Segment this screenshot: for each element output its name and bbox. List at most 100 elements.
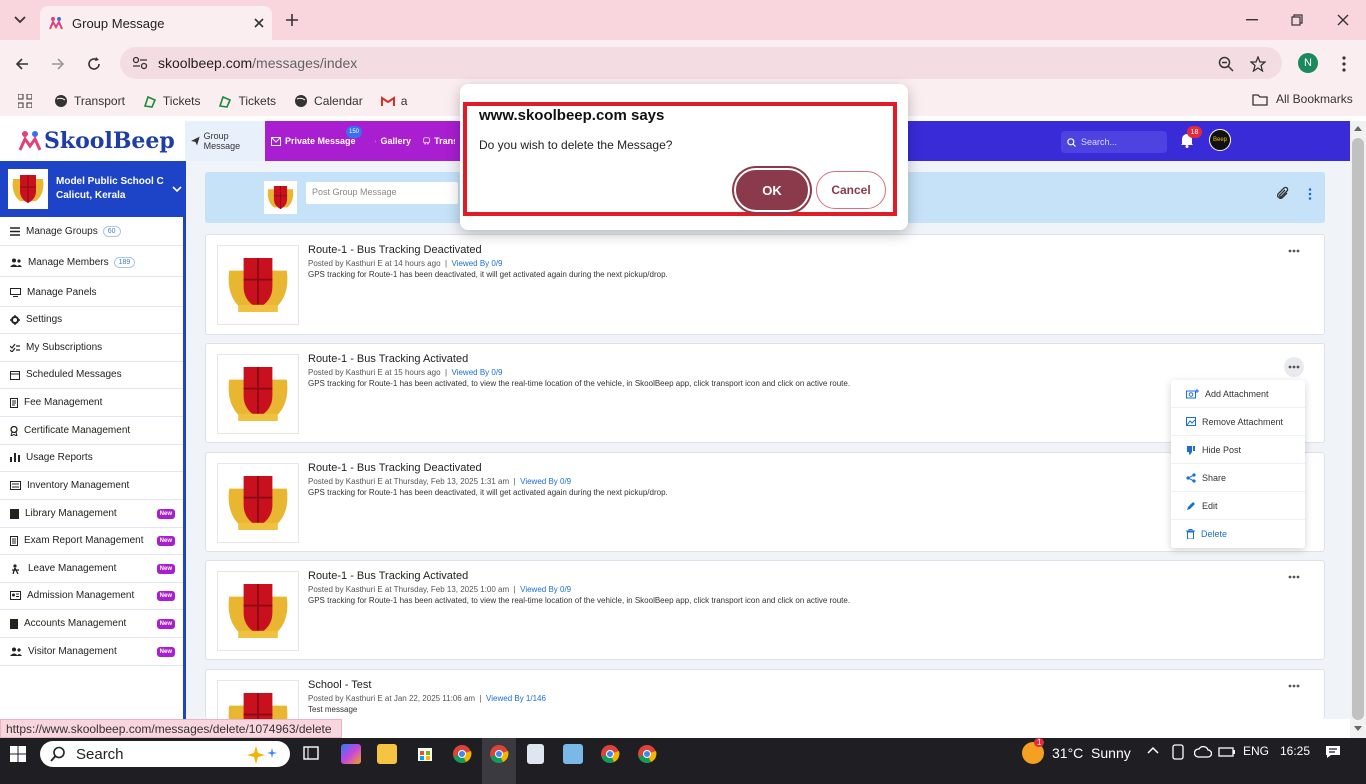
chrome-icon-3[interactable] — [637, 744, 657, 764]
chrome-active-taskbar-item[interactable] — [482, 738, 516, 784]
clock[interactable]: 16:25 — [1280, 744, 1310, 758]
new-tab-button[interactable] — [282, 10, 302, 30]
copilot-icon[interactable] — [341, 744, 361, 764]
tray-chevron-icon[interactable] — [1147, 746, 1159, 754]
viewed-by-link[interactable]: Viewed By 1/146 — [486, 694, 546, 703]
phone-link-icon[interactable] — [1172, 744, 1184, 760]
sidebar-item-settings[interactable]: Settings — [0, 306, 183, 334]
weather-widget[interactable]: 1 31°C Sunny — [1022, 738, 1131, 764]
post-group-message-input[interactable]: Post Group Message — [306, 182, 458, 204]
sidebar-item-exam-report-management[interactable]: Exam Report Management New — [0, 527, 183, 555]
url-text[interactable]: skoolbeep.com/messages/index — [158, 55, 357, 71]
cancel-button[interactable]: Cancel — [816, 171, 886, 209]
message-more-button[interactable] — [1288, 684, 1300, 688]
sidebar-item-manage-groups[interactable]: Manage Groups 60 — [0, 218, 183, 246]
message-title[interactable]: Route-1 - Bus Tracking Activated — [308, 570, 468, 582]
all-bookmarks[interactable]: All Bookmarks — [1252, 92, 1353, 106]
paperclip-icon — [1277, 186, 1289, 199]
sidebar-item-scheduled-messages[interactable]: Scheduled Messages — [0, 361, 183, 389]
nav-group-message[interactable]: Group Message — [185, 121, 265, 161]
message-more-button[interactable] — [1284, 357, 1304, 377]
message-more-button[interactable] — [1288, 249, 1300, 253]
browser-menu-button[interactable] — [1332, 52, 1356, 76]
message-more-button[interactable] — [1288, 575, 1300, 579]
apps-grid-icon[interactable] — [18, 94, 32, 108]
posted-by: Posted by Kasthuri E at Jan 22, 2025 11:… — [308, 694, 476, 703]
sidebar-item-certificate-management[interactable]: Certificate Management — [0, 417, 183, 445]
bookmark-transport[interactable]: Transport — [54, 94, 125, 108]
scroll-down-icon[interactable] — [1354, 726, 1362, 732]
sidebar-item-label: Scheduled Messages — [26, 369, 122, 380]
school-selector[interactable]: Model Public School C Calicut, Kerala — [0, 161, 185, 217]
bookmark-tickets-1[interactable]: Tickets — [143, 94, 200, 108]
viewed-by-link[interactable]: Viewed By 0/9 — [452, 368, 503, 377]
sidebar-item-visitor-management[interactable]: Visitor Management New — [0, 638, 183, 666]
app-search-input[interactable]: Search... — [1061, 131, 1167, 153]
microsoft-store-icon[interactable] — [415, 744, 435, 764]
language-indicator[interactable]: ENG — [1243, 744, 1269, 758]
taskbar-search[interactable]: Search — [40, 741, 290, 767]
sidebar-item-manage-panels[interactable]: Manage Panels — [0, 279, 183, 307]
battery-icon[interactable] — [1218, 746, 1236, 758]
user-avatar[interactable]: Beep — [1209, 129, 1231, 151]
notepad-icon[interactable] — [527, 744, 544, 764]
profile-avatar[interactable]: N — [1298, 53, 1318, 73]
sidebar-item-library-management[interactable]: Library Management New — [0, 500, 183, 528]
bookmark-gmail[interactable]: a — [380, 94, 407, 108]
site-settings-icon[interactable] — [132, 56, 148, 70]
sidebar-item-leave-management[interactable]: Leave Management New — [0, 555, 183, 583]
close-tab-icon[interactable] — [254, 18, 264, 28]
skoolbeep-logo[interactable]: SkoolBeep — [0, 121, 185, 161]
menu-share[interactable]: Share — [1171, 464, 1305, 492]
composer-more-button[interactable] — [1308, 188, 1312, 200]
sidebar-item-accounts-management[interactable]: Accounts Management New — [0, 610, 183, 638]
message-title[interactable]: Route-1 - Bus Tracking Deactivated — [308, 244, 482, 256]
scroll-up-icon[interactable] — [1354, 125, 1362, 131]
start-button[interactable] — [10, 746, 26, 762]
sidebar-item-my-subscriptions[interactable]: My Subscriptions — [0, 334, 183, 362]
browser-tab-group-message[interactable]: Group Message — [40, 6, 272, 40]
forward-button[interactable] — [46, 52, 70, 76]
sidebar-item-manage-members[interactable]: Manage Members 189 — [0, 249, 183, 277]
ok-button[interactable]: OK — [734, 168, 810, 212]
message-title[interactable]: School - Test — [308, 679, 371, 691]
notification-center-icon[interactable] — [1325, 745, 1341, 759]
viewed-by-link[interactable]: Viewed By 0/9 — [452, 259, 503, 268]
scrollbar-thumb[interactable] — [1352, 138, 1364, 720]
chrome-icon-2[interactable] — [600, 744, 620, 764]
sidebar-item-admission-management[interactable]: Admission Management New — [0, 582, 183, 610]
bookmark-star-button[interactable] — [1246, 52, 1270, 76]
restore-button[interactable] — [1285, 8, 1309, 32]
message-title[interactable]: Route-1 - Bus Tracking Activated — [308, 353, 468, 365]
bookmark-tickets-2[interactable]: Tickets — [218, 94, 276, 108]
menu-delete[interactable]: Delete — [1171, 520, 1305, 548]
sidebar-item-usage-reports[interactable]: Usage Reports — [0, 444, 183, 472]
viewed-by-link[interactable]: Viewed By 0/9 — [520, 477, 571, 486]
omnibox[interactable]: skoolbeep.com/messages/index — [120, 47, 1282, 79]
cloud-sync-icon[interactable] — [1194, 746, 1212, 758]
message-title[interactable]: Route-1 - Bus Tracking Deactivated — [308, 462, 482, 474]
file-explorer-icon[interactable] — [377, 744, 397, 764]
menu-remove-attachment[interactable]: Remove Attachment — [1171, 408, 1305, 436]
reload-button[interactable] — [82, 52, 106, 76]
attach-button[interactable] — [1275, 186, 1291, 202]
bookmark-calendar[interactable]: Calendar — [294, 94, 363, 108]
menu-hide-post[interactable]: Hide Post — [1171, 436, 1305, 464]
menu-edit[interactable]: Edit — [1171, 492, 1305, 520]
zoom-button[interactable] — [1214, 52, 1238, 76]
minimize-button[interactable] — [1240, 8, 1264, 32]
menu-add-attachment[interactable]: Add Attachment — [1171, 380, 1305, 408]
tab-list-button[interactable] — [8, 8, 32, 32]
school-crest-icon — [228, 258, 288, 312]
task-view-icon[interactable] — [302, 744, 320, 764]
sidebar-item-fee-management[interactable]: Fee Management — [0, 389, 183, 417]
nav-gallery[interactable]: Gallery — [369, 121, 417, 161]
viewed-by-link[interactable]: Viewed By 0/9 — [520, 585, 571, 594]
chrome-icon[interactable] — [452, 744, 472, 764]
back-button[interactable] — [10, 52, 34, 76]
sun-icon: 1 — [1022, 738, 1045, 764]
paint-icon[interactable] — [563, 744, 583, 764]
nav-transport[interactable]: Transp — [417, 121, 461, 161]
sidebar-item-inventory-management[interactable]: Inventory Management — [0, 472, 183, 500]
close-window-button[interactable] — [1331, 8, 1355, 32]
